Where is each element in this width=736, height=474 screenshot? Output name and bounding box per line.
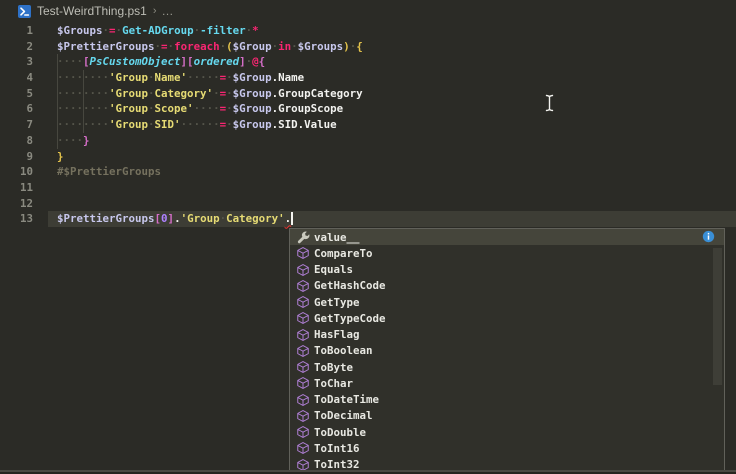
suggestion-item[interactable]: value__	[290, 229, 724, 245]
chevron-right-icon: ›	[153, 5, 157, 17]
line-number: 8	[0, 133, 33, 149]
code-text: #$PrettierGroups	[57, 165, 161, 178]
suggestion-label: ToDecimal	[314, 409, 373, 422]
indent-guide	[57, 54, 58, 148]
line-number: 3	[0, 54, 33, 70]
suggestion-item[interactable]: GetTypeCode	[290, 310, 724, 326]
code-line[interactable]: 13 $PrettierGroups[0].'Group·Category'.	[0, 211, 736, 227]
line-number: 12	[0, 196, 33, 212]
method-icon	[296, 344, 310, 358]
powershell-file-icon	[18, 5, 31, 18]
code-text: ········'Group·SID'······=·$Group.SID.Va…	[57, 118, 337, 131]
suggestion-label: ToInt16	[314, 442, 360, 455]
suggestion-label: ToChar	[314, 377, 353, 390]
line-number: 6	[0, 101, 33, 117]
code-line[interactable]: 6 ········'Group·Scope'····=·$Group.Group…	[0, 101, 736, 117]
method-icon	[296, 295, 310, 309]
line-number: 9	[0, 149, 33, 165]
breadcrumb-file-name[interactable]: Test-WeirdThing.ps1	[37, 4, 147, 18]
code-line[interactable]: 12	[0, 196, 736, 212]
code-text: $PrettierGroups·=·foreach·($Group·in·$Gr…	[57, 40, 363, 53]
suggestion-item[interactable]: ToChar	[290, 375, 724, 391]
code-line[interactable]: 1 $Groups·=·Get-ADGroup·-filter·*	[0, 23, 736, 39]
code-text: ········'Group·Category'·=·$Group.GroupC…	[57, 87, 363, 100]
line-number: 2	[0, 39, 33, 55]
code-line[interactable]: 7 ········'Group·SID'······=·$Group.SID.V…	[0, 117, 736, 133]
method-icon	[296, 360, 310, 374]
code-text: ····}	[57, 134, 90, 147]
suggestion-label: CompareTo	[314, 247, 373, 260]
suggestion-item[interactable]: CompareTo	[290, 245, 724, 261]
intellisense-suggest-widget: value__ CompareTo Equals GetHashCode GetType…	[289, 228, 725, 474]
suggestion-item[interactable]: HasFlag	[290, 327, 724, 343]
line-number: 1	[0, 23, 33, 39]
method-icon	[296, 376, 310, 390]
breadcrumb-symbol-ellipsis[interactable]: …	[162, 4, 175, 18]
code-line[interactable]: 8 ····}	[0, 133, 736, 149]
text-caret	[291, 212, 293, 225]
suggestion-item[interactable]: ToDateTime	[290, 392, 724, 408]
suggestion-item[interactable]: ToInt16	[290, 440, 724, 456]
line-number: 4	[0, 70, 33, 86]
code-text: ····[PsCustomObject][ordered]·@{	[57, 55, 265, 68]
method-icon	[296, 279, 310, 293]
code-line[interactable]: 5 ········'Group·Category'·=·$Group.Group…	[0, 86, 736, 102]
suggestion-label: GetType	[314, 296, 360, 309]
suggestion-item[interactable]: GetHashCode	[290, 278, 724, 294]
vscode-editor-window: { "breadcrumb": { "file": "Test-WeirdThi…	[0, 0, 736, 474]
code-line[interactable]: 11	[0, 180, 736, 196]
suggestion-item[interactable]: Equals	[290, 262, 724, 278]
suggestion-label: Equals	[314, 263, 353, 276]
code-line[interactable]: 9}	[0, 149, 736, 165]
method-icon	[296, 425, 310, 439]
method-icon	[296, 263, 310, 277]
code-line[interactable]: 10 #$PrettierGroups	[0, 164, 736, 180]
suggestion-item[interactable]: ToDouble	[290, 424, 724, 440]
line-number: 11	[0, 180, 33, 196]
suggestion-item[interactable]: ToBoolean	[290, 343, 724, 359]
suggestion-label: HasFlag	[314, 328, 360, 341]
indent-guide	[83, 70, 84, 133]
suggestion-item[interactable]: GetType	[290, 294, 724, 310]
suggestion-item[interactable]: ToByte	[290, 359, 724, 375]
suggestion-label: ToDouble	[314, 426, 366, 439]
line-number: 5	[0, 86, 33, 102]
suggestion-item[interactable]: ToDecimal	[290, 408, 724, 424]
method-icon	[296, 441, 310, 455]
method-icon	[296, 311, 310, 325]
line-number: 13	[0, 211, 33, 227]
suggestion-label: value__	[314, 231, 360, 244]
suggestion-label: GetHashCode	[314, 279, 386, 292]
code-text: ········'Group·Scope'····=·$Group.GroupS…	[57, 102, 343, 115]
line-number: 10	[0, 164, 33, 180]
method-icon	[296, 409, 310, 423]
suggestion-label: ToByte	[314, 361, 353, 374]
ibeam-mouse-cursor	[544, 94, 555, 116]
code-text: $PrettierGroups[0].'Group·Category'.	[57, 212, 293, 225]
suggestion-label: ToDateTime	[314, 393, 379, 406]
code-line[interactable]: 2 $PrettierGroups·=·foreach·($Group·in·$G…	[0, 39, 736, 55]
method-icon	[296, 246, 310, 260]
code-line[interactable]: 3 ····[PsCustomObject][ordered]·@{	[0, 54, 736, 70]
method-icon	[296, 328, 310, 342]
property-icon	[296, 230, 310, 244]
code-text: }	[57, 150, 64, 163]
code-text: ········'Group·Name'·····=·$Group.Name	[57, 71, 304, 84]
suggestion-label: ToBoolean	[314, 344, 373, 357]
suggestion-label: GetTypeCode	[314, 312, 386, 325]
code-line[interactable]: 4 ········'Group·Name'·····=·$Group.Name	[0, 70, 736, 86]
code-editor[interactable]: 1 $Groups·=·Get-ADGroup·-filter·* 2 $Pretti…	[0, 23, 736, 227]
breadcrumb: Test-WeirdThing.ps1 › …	[0, 0, 736, 22]
method-icon	[296, 393, 310, 407]
code-text: $Groups·=·Get-ADGroup·-filter·*	[57, 24, 259, 37]
info-icon[interactable]	[702, 230, 715, 243]
line-number: 7	[0, 117, 33, 133]
